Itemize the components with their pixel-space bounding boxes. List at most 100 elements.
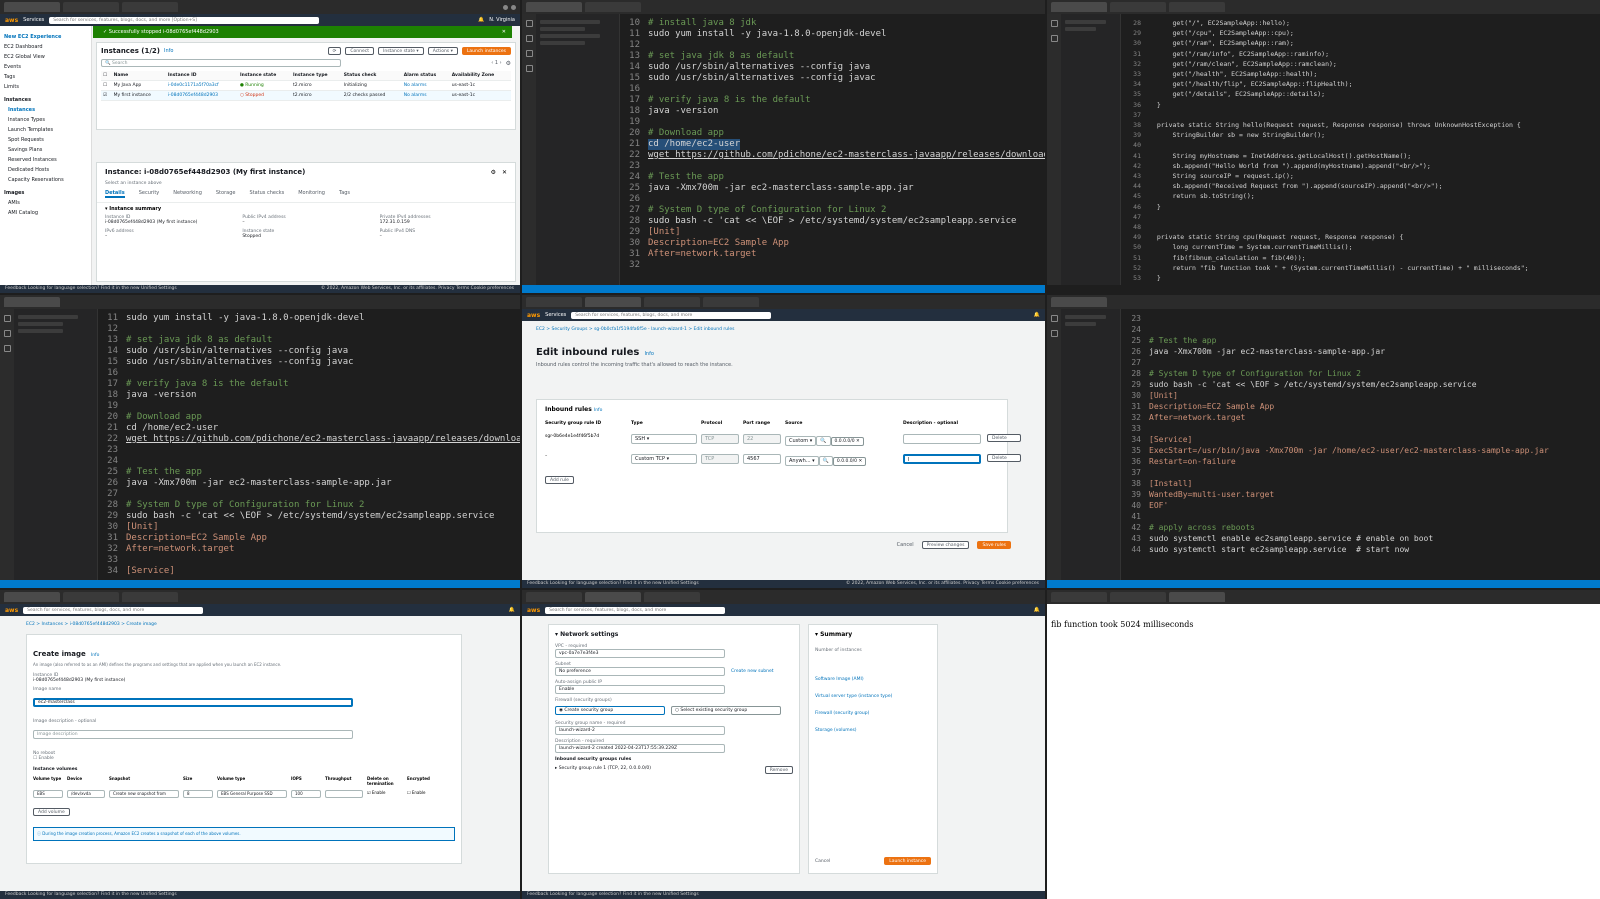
info-link[interactable]: Info (644, 351, 653, 357)
git-icon[interactable] (525, 50, 533, 57)
sidebar-item[interactable]: AMIs (4, 200, 87, 206)
sidebar-item[interactable]: AMI Catalog (4, 210, 87, 216)
browser-tab[interactable] (63, 592, 119, 602)
tab-storage[interactable]: Storage (216, 190, 236, 198)
editor-tab[interactable] (526, 2, 582, 12)
rule-port-range[interactable]: 4567 (743, 454, 781, 464)
search-icon[interactable] (1050, 330, 1058, 337)
browser-tab[interactable] (1169, 2, 1225, 12)
settings-icon[interactable]: ⚙ (491, 169, 496, 176)
browser-tab[interactable] (703, 297, 759, 307)
browser-tab[interactable] (1110, 592, 1166, 602)
instances-search-input[interactable]: 🔍 Search (101, 59, 341, 67)
sidebar-item[interactable]: Capacity Reservations (4, 177, 87, 183)
pagination[interactable]: ‹ 1 › (491, 60, 501, 66)
summary-header[interactable]: ▾ Summary (815, 631, 931, 638)
rule-type-select[interactable]: Custom TCP ▾ (631, 454, 697, 464)
preview-changes-button[interactable]: Preview changes (921, 541, 970, 549)
close-icon[interactable]: ✕ (502, 169, 507, 176)
code-area[interactable]: 10 # install java 8 jdk 11 sudo yum install… (620, 14, 1045, 285)
summary-firewall[interactable]: Firewall (security group) (815, 711, 931, 716)
rule-type-select[interactable]: SSH ▾ (631, 434, 697, 444)
image-description-input[interactable]: Image description (33, 730, 353, 739)
table-header[interactable]: Alarm status (401, 71, 450, 81)
aws-search-input[interactable]: Search for services, features, blogs, do… (545, 606, 726, 614)
code-area[interactable]: 28 get("/", EC2SampleApp::hello); 29 get(… (1121, 14, 1600, 285)
table-header[interactable]: Instance state (237, 71, 291, 81)
search-icon[interactable] (525, 35, 533, 42)
browser-tab[interactable] (4, 2, 60, 12)
aws-search-input[interactable]: Search for services, features, blogs, do… (49, 16, 320, 24)
window-control-icon[interactable] (511, 4, 516, 10)
sidebar-item[interactable]: Instances (4, 107, 87, 113)
create-sg-radio[interactable]: ◉ Create security group (555, 706, 665, 715)
add-volume-button[interactable]: Add volume (33, 808, 70, 816)
bell-icon[interactable]: 🔔 (1034, 312, 1040, 318)
aws-search-input[interactable]: Search for services, features, blogs, do… (571, 311, 772, 319)
table-header[interactable]: Status check (341, 71, 402, 81)
sidebar-item[interactable]: Reserved Instances (4, 157, 87, 163)
no-reboot-checkbox[interactable]: ☐ Enable (33, 756, 455, 761)
browser-tab[interactable] (1169, 592, 1225, 602)
alarm-status[interactable]: No alarms (401, 90, 450, 101)
aws-logo[interactable]: aws (527, 312, 540, 319)
network-settings-header[interactable]: ▾ Network settings (555, 631, 793, 638)
connect-button[interactable]: Connect (345, 47, 375, 55)
rule-source-search[interactable]: 🔍 (816, 435, 831, 446)
volume-cell[interactable]: 100 (291, 790, 321, 798)
browser-tab[interactable] (644, 592, 700, 602)
sidebar-item[interactable]: Limits (4, 84, 87, 90)
files-icon[interactable] (3, 315, 11, 322)
aws-logo[interactable]: aws (5, 17, 18, 24)
close-icon[interactable]: ✕ (502, 26, 506, 38)
sg-desc-input[interactable]: launch-wizard-2 created 2022-04-23T17:55… (555, 744, 725, 753)
add-rule-button[interactable]: Add rule (545, 476, 574, 484)
editor-tab[interactable] (1051, 297, 1107, 307)
browser-tab[interactable] (526, 297, 582, 307)
sidebar-header-instances[interactable]: Instances (4, 97, 87, 103)
cancel-button[interactable]: Cancel (815, 859, 830, 864)
code-area[interactable]: 11 sudo yum install -y java-1.8.0-openjdk… (98, 309, 520, 580)
tab-status-checks[interactable]: Status checks (249, 190, 284, 198)
bell-icon[interactable]: 🔔 (478, 17, 484, 23)
volume-cell[interactable]: EBS (33, 790, 63, 798)
gear-icon[interactable]: ⚙ (506, 60, 511, 67)
subnet-select[interactable]: No preference (555, 667, 725, 676)
table-row[interactable]: ☐ My Java App i-0de0c1171a5f70a3cf ● Runnin… (101, 80, 511, 91)
delete-rule-button[interactable]: Delete (987, 434, 1021, 442)
browser-tab[interactable] (644, 297, 700, 307)
sg-rule-1[interactable]: ▸ Security group rule 1 (TCP, 22, 0.0.0.… (555, 766, 651, 774)
rule-source-search[interactable]: 🔍 (818, 455, 833, 466)
delete-rule-button[interactable]: Delete (987, 454, 1021, 462)
tab-tags[interactable]: Tags (339, 190, 350, 198)
instance-id-link[interactable]: i-0de0c1171a5f70a3cf (165, 80, 238, 91)
rule-description-input[interactable] (903, 434, 981, 444)
save-rules-button[interactable]: Save rules (977, 541, 1011, 549)
public-ip-select[interactable]: Enable (555, 685, 725, 694)
info-link[interactable]: Info (91, 653, 100, 658)
summary-instance-type[interactable]: Virtual server type (instance type) (815, 694, 931, 699)
git-icon[interactable] (3, 345, 11, 352)
services-menu[interactable]: Services (23, 17, 44, 23)
browser-tab[interactable] (4, 592, 60, 602)
new-experience-toggle[interactable]: New EC2 Experience (4, 34, 87, 40)
actions-button[interactable]: Actions ▾ (427, 47, 458, 55)
bell-icon[interactable]: 🔔 (509, 607, 515, 613)
code-area[interactable]: 23 24 25 # Test the app 26 java -Xmx700m -jar… (1121, 309, 1600, 580)
table-header[interactable]: Instance type (291, 71, 342, 81)
volume-cell[interactable]: 8 (183, 790, 213, 798)
sidebar-item[interactable]: Dedicated Hosts (4, 167, 87, 173)
create-subnet-link[interactable]: Create new subnet (731, 669, 774, 674)
bell-icon[interactable]: 🔔 (1034, 607, 1040, 613)
aws-logo[interactable]: aws (527, 607, 540, 614)
breadcrumb[interactable]: EC2 > Security Groups > sg-0b0cfa1f5194f… (522, 321, 1045, 338)
sidebar-item[interactable]: Spot Requests (4, 137, 87, 143)
browser-tab[interactable] (585, 297, 641, 307)
sidebar-item[interactable]: Events (4, 64, 87, 70)
volume-cell[interactable]: EBS General Purpose SSD (217, 790, 287, 798)
instance-state-button[interactable]: Instance state ▾ (378, 47, 424, 55)
tab-networking[interactable]: Networking (173, 190, 202, 198)
volume-cell[interactable]: ☐ Enable (407, 790, 443, 798)
browser-tab[interactable] (1051, 2, 1107, 12)
browser-tab[interactable] (63, 2, 119, 12)
